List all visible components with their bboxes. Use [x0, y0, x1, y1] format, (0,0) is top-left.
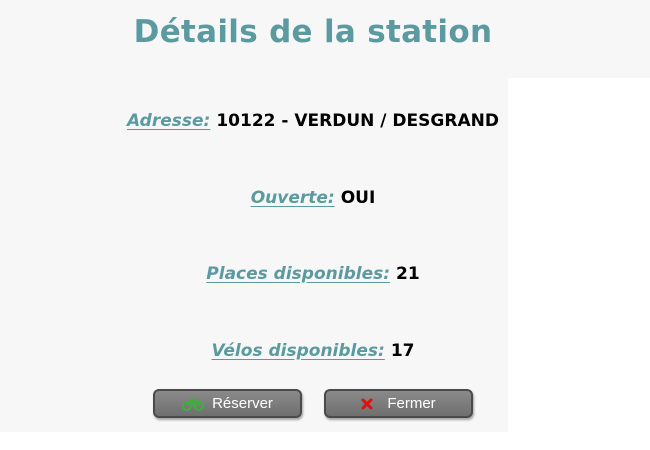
open-status-label: Ouverte: — [250, 188, 335, 208]
available-places-label: Places disponibles: — [206, 264, 391, 284]
close-button-label: Fermer — [387, 395, 436, 412]
bicycle-icon — [182, 397, 205, 411]
address-value: 10122 - VERDUN / DESGRAND — [216, 111, 499, 131]
address-label: Adresse: — [127, 111, 211, 131]
close-icon — [361, 398, 373, 410]
panel-background-edge — [0, 432, 650, 450]
address-row: Adresse: 10122 - VERDUN / DESGRAND — [0, 111, 626, 131]
available-bikes-row: Vélos disponibles: 17 — [0, 341, 626, 361]
reserve-button-label: Réserver — [212, 395, 273, 412]
open-status-row: Ouverte: OUI — [0, 188, 626, 208]
available-bikes-value: 17 — [390, 341, 415, 361]
page-title: Détails de la station — [133, 14, 493, 50]
reserve-button[interactable]: Réserver — [153, 389, 302, 418]
available-places-row: Places disponibles: 21 — [0, 264, 626, 284]
available-places-value: 21 — [396, 264, 420, 284]
close-button[interactable]: Fermer — [324, 389, 473, 418]
open-status-value: OUI — [340, 188, 376, 208]
available-bikes-label: Vélos disponibles: — [211, 341, 385, 361]
